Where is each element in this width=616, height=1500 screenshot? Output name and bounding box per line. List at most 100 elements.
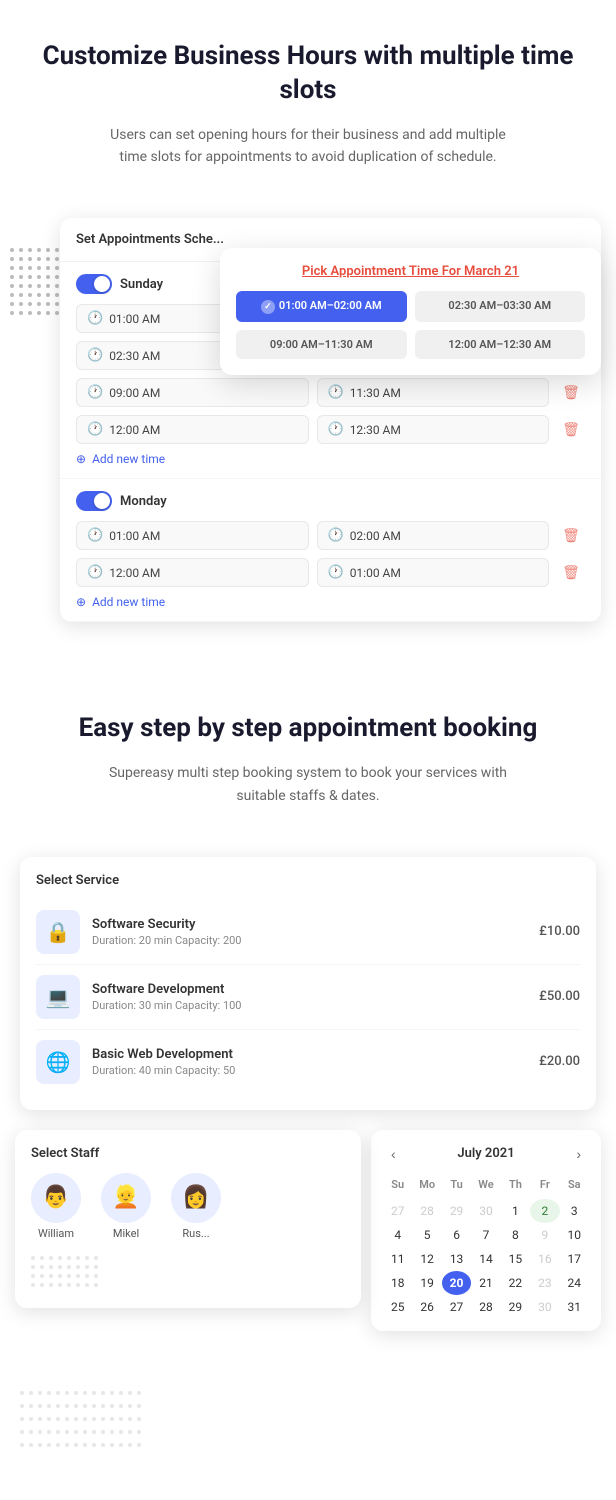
calendar-header: ‹ July 2021 › [383, 1142, 589, 1166]
calendar-card: ‹ July 2021 › SuMoTuWeThFrSa 27282930123… [371, 1130, 601, 1331]
add-time-sunday[interactable]: ⊕ Add new time [76, 452, 585, 466]
cal-day-3-3[interactable]: 21 [471, 1271, 500, 1295]
time-row-0-3: 🕐 12:00 AM 🕐 12:30 AM 🗑 [76, 415, 585, 444]
cal-day-2-0[interactable]: 11 [383, 1247, 412, 1271]
start-time-0-3[interactable]: 🕐 12:00 AM [76, 415, 309, 444]
service-item-1[interactable]: 💻 Software Development Duration: 30 min … [36, 965, 580, 1030]
service-item-2[interactable]: 🌐 Basic Web Development Duration: 40 min… [36, 1030, 580, 1094]
start-value-0-0: 01:00 AM [109, 312, 160, 326]
cal-day-3-1[interactable]: 19 [412, 1271, 441, 1295]
start-value-1-1: 12:00 AM [109, 566, 160, 580]
section2-description: Supereasy multi step booking system to b… [108, 762, 508, 807]
services-card: Select Service 🔒 Software Security Durat… [20, 857, 596, 1110]
cal-day-1-5[interactable]: 9 [530, 1223, 559, 1247]
cal-day-0-4[interactable]: 1 [501, 1199, 530, 1223]
cal-day-3-2[interactable]: 20 [442, 1271, 471, 1295]
end-value-0-2: 11:30 AM [350, 386, 401, 400]
service-price-2: £20.00 [539, 1054, 580, 1069]
section1-title: Customize Business Hours with multiple t… [20, 40, 596, 108]
start-value-0-2: 09:00 AM [109, 386, 160, 400]
cal-day-2-2[interactable]: 13 [442, 1247, 471, 1271]
toggle-monday[interactable] [76, 491, 112, 511]
staff-avatar-0: 👨 [31, 1173, 81, 1223]
staff-item-1[interactable]: 👱 Mikel [101, 1173, 151, 1240]
staff-item-2[interactable]: 👩 Rus... [171, 1173, 221, 1240]
end-time-1-0[interactable]: 🕐 02:00 AM [317, 521, 550, 550]
cal-day-3-0[interactable]: 18 [383, 1271, 412, 1295]
service-item-0[interactable]: 🔒 Software Security Duration: 20 min Cap… [36, 900, 580, 965]
cal-day-2-1[interactable]: 12 [412, 1247, 441, 1271]
bottom-row: Select Staff 👨 William 👱 Mikel 👩 Rus... … [15, 1130, 601, 1331]
popup-title: Pick Appointment Time For March 21 [236, 264, 585, 279]
service-info-1: Software Development Duration: 30 min Ca… [92, 982, 527, 1012]
weekday-Fr: Fr [530, 1174, 559, 1195]
service-price-0: £10.00 [539, 924, 580, 939]
end-time-0-3[interactable]: 🕐 12:30 AM [317, 415, 550, 444]
cal-day-4-6[interactable]: 31 [560, 1295, 589, 1319]
next-month-button[interactable]: › [568, 1142, 589, 1166]
cal-day-3-4[interactable]: 22 [501, 1271, 530, 1295]
delete-slot-1-0[interactable]: 🗑 [557, 522, 585, 550]
time-chip-1[interactable]: 02:30 AM–03:30 AM [415, 291, 586, 322]
time-chips: ✓01:00 AM–02:00 AM 02:30 AM–03:30 AM 09:00… [236, 291, 585, 359]
end-time-0-2[interactable]: 🕐 11:30 AM [317, 378, 550, 407]
time-chip-3[interactable]: 12:00 AM–12:30 AM [415, 330, 586, 359]
cal-day-1-1[interactable]: 5 [412, 1223, 441, 1247]
cal-day-4-5[interactable]: 30 [530, 1295, 559, 1319]
calendar-weekdays: SuMoTuWeThFrSa [383, 1174, 589, 1195]
staff-item-0[interactable]: 👨 William [31, 1173, 81, 1240]
weekday-Sa: Sa [560, 1174, 589, 1195]
delete-slot-1-1[interactable]: 🗑 [557, 559, 585, 587]
service-info-0: Software Security Duration: 20 min Capac… [92, 917, 527, 947]
time-chip-2[interactable]: 09:00 AM–11:30 AM [236, 330, 407, 359]
delete-slot-0-2[interactable]: 🗑 [557, 379, 585, 407]
cal-day-3-5[interactable]: 23 [530, 1271, 559, 1295]
cal-day-2-5[interactable]: 16 [530, 1247, 559, 1271]
cal-day-4-2[interactable]: 27 [442, 1295, 471, 1319]
cal-day-1-0[interactable]: 4 [383, 1223, 412, 1247]
cal-day-1-6[interactable]: 10 [560, 1223, 589, 1247]
start-time-1-1[interactable]: 🕐 12:00 AM [76, 558, 309, 587]
cal-day-0-5[interactable]: 2 [530, 1199, 559, 1223]
cal-day-4-3[interactable]: 28 [471, 1295, 500, 1319]
clock-icon-start-0-2: 🕐 [87, 385, 103, 400]
start-value-0-3: 12:00 AM [109, 423, 160, 437]
day-name-sunday: Sunday [120, 277, 163, 292]
calendar-days[interactable]: 2728293012345678910111213141516171819202… [383, 1199, 589, 1319]
cal-day-1-4[interactable]: 8 [501, 1223, 530, 1247]
services-list: 🔒 Software Security Duration: 20 min Cap… [36, 900, 580, 1094]
time-chip-0[interactable]: ✓01:00 AM–02:00 AM [236, 291, 407, 322]
cal-day-2-4[interactable]: 15 [501, 1247, 530, 1271]
service-info-2: Basic Web Development Duration: 40 min C… [92, 1047, 527, 1077]
section1-description: Users can set opening hours for their bu… [108, 124, 508, 169]
popup-date: March 21 [464, 264, 519, 279]
cal-day-0-2[interactable]: 29 [442, 1199, 471, 1223]
prev-month-button[interactable]: ‹ [383, 1142, 404, 1166]
cal-day-2-3[interactable]: 14 [471, 1247, 500, 1271]
cal-day-2-6[interactable]: 17 [560, 1247, 589, 1271]
clock-icon-start-1-1: 🕐 [87, 565, 103, 580]
add-time-monday[interactable]: ⊕ Add new time [76, 595, 585, 609]
start-time-1-0[interactable]: 🕐 01:00 AM [76, 521, 309, 550]
add-icon-monday: ⊕ [76, 595, 86, 609]
popup-title-text: Pick Appointment Time For [302, 264, 464, 279]
cal-day-0-0[interactable]: 27 [383, 1199, 412, 1223]
delete-slot-0-3[interactable]: 🗑 [557, 416, 585, 444]
cal-day-3-6[interactable]: 24 [560, 1271, 589, 1295]
end-time-1-1[interactable]: 🕐 01:00 AM [317, 558, 550, 587]
clock-icon-end-1-0: 🕐 [328, 528, 344, 543]
end-value-1-0: 02:00 AM [350, 529, 401, 543]
add-time-label-monday: Add new time [92, 595, 165, 609]
cal-day-4-1[interactable]: 26 [412, 1295, 441, 1319]
cal-day-0-1[interactable]: 28 [412, 1199, 441, 1223]
cal-day-1-3[interactable]: 7 [471, 1223, 500, 1247]
clock-icon-end-0-3: 🕐 [328, 422, 344, 437]
cal-day-1-2[interactable]: 6 [442, 1223, 471, 1247]
staff-card: Select Staff 👨 William 👱 Mikel 👩 Rus... [15, 1130, 361, 1308]
toggle-sunday[interactable] [76, 274, 112, 294]
start-time-0-2[interactable]: 🕐 09:00 AM [76, 378, 309, 407]
cal-day-4-4[interactable]: 29 [501, 1295, 530, 1319]
cal-day-4-0[interactable]: 25 [383, 1295, 412, 1319]
cal-day-0-6[interactable]: 3 [560, 1199, 589, 1223]
cal-day-0-3[interactable]: 30 [471, 1199, 500, 1223]
